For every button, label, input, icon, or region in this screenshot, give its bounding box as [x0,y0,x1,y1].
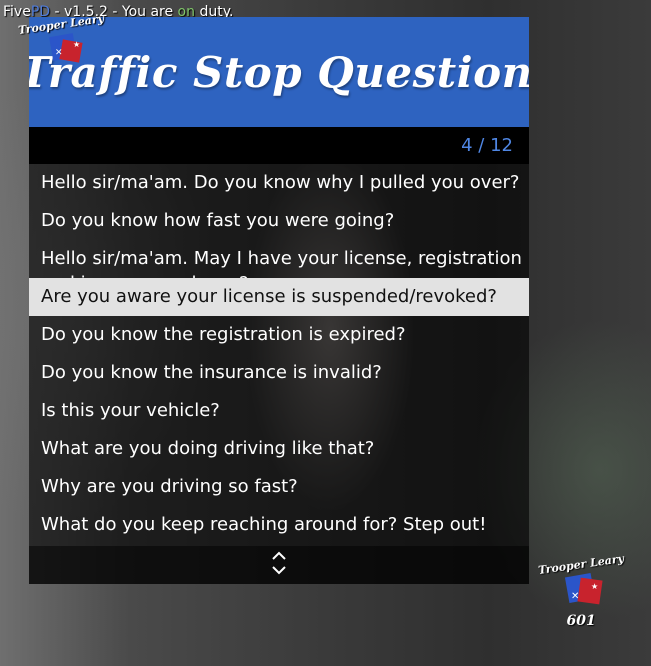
menu-item[interactable]: Do you know the insurance is invalid? [29,354,529,392]
badge-icon: ✕ ★ [553,571,609,613]
trooper-logo-bottom: Trooper Leary ✕ ★ 601 [538,552,625,629]
traffic-stop-menu: Traffic Stop Questions 4 / 12 Hello sir/… [29,17,529,584]
svg-text:✕: ✕ [55,48,63,58]
up-down-arrows-icon [271,550,287,580]
scroll-indicator[interactable] [29,546,529,584]
logo-number: 601 [566,613,596,629]
menu-item[interactable]: What are you doing driving like that? [29,430,529,468]
menu-item[interactable]: Why are you driving so fast? [29,468,529,506]
menu-counter: 4 / 12 [461,135,513,156]
svg-text:★: ★ [591,582,598,591]
menu-item[interactable]: Do you know the registration is expired? [29,316,529,354]
badge-icon: ✕ ★ [37,31,85,69]
svg-text:✕: ✕ [571,591,579,602]
menu-item-selected[interactable]: Are you aware your license is suspended/… [29,278,529,316]
menu-item[interactable]: Hello sir/ma'am. Do you know why I pulle… [29,164,529,202]
menu-item[interactable]: Do you know how fast you were going? [29,202,529,240]
svg-text:★: ★ [73,40,80,49]
menu-item[interactable]: Is this your vehicle? [29,392,529,430]
trooper-logo-top: Trooper Leary ✕ ★ [18,12,105,69]
menu-item[interactable]: Hello sir/ma'am. May I have your license… [29,240,529,278]
menu-items: Hello sir/ma'am. Do you know why I pulle… [29,164,529,546]
menu-item[interactable]: What do you keep reaching around for? St… [29,506,529,546]
menu-subheader: 4 / 12 [29,127,529,164]
